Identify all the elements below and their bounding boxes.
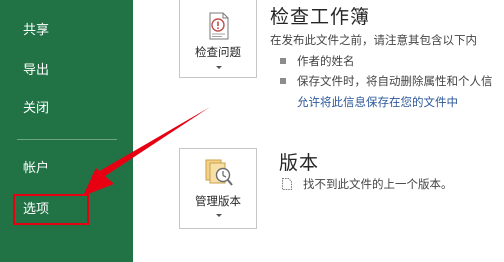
bullet-icon bbox=[280, 78, 286, 84]
sidebar-item-share[interactable]: 共享 bbox=[23, 23, 49, 39]
chevron-down-icon bbox=[216, 214, 222, 217]
manage-versions-label: 管理版本 bbox=[195, 194, 241, 208]
inspect-bullet-author: 作者的姓名 bbox=[297, 54, 355, 68]
inspect-document-icon bbox=[209, 12, 229, 40]
document-icon bbox=[282, 178, 292, 190]
allow-save-info-link[interactable]: 允许将此信息保存在您的文件中 bbox=[297, 94, 458, 110]
inspect-document-label: 检查问题 bbox=[195, 45, 241, 59]
versions-status-text: 找不到此文件的上一个版本。 bbox=[303, 177, 453, 191]
inspect-bullet-properties: 保存文件时，将自动删除属性和个人信 bbox=[297, 74, 493, 88]
versions-title: 版本 bbox=[279, 152, 320, 174]
inspect-document-button[interactable]: 检查问题 bbox=[179, 0, 257, 78]
sidebar-item-export[interactable]: 导出 bbox=[23, 63, 49, 79]
chevron-down-icon bbox=[216, 66, 222, 69]
inspect-description: 在发布此文件之前，请注意其包含以下内 bbox=[270, 33, 477, 47]
options-highlight-box bbox=[13, 194, 89, 225]
info-pane: 检查问题 检查工作簿 在发布此文件之前，请注意其包含以下内 作者的姓名 保存文件… bbox=[133, 0, 504, 262]
bullet-icon bbox=[280, 58, 286, 64]
inspect-title: 检查工作簿 bbox=[270, 6, 371, 28]
sidebar-item-close[interactable]: 关闭 bbox=[23, 101, 49, 117]
sidebar-item-account[interactable]: 帐户 bbox=[23, 161, 49, 177]
sidebar-divider bbox=[17, 139, 117, 140]
manage-versions-icon bbox=[205, 159, 233, 186]
backstage-view: 共享 导出 关闭 帐户 选项 检查问题 检查工作簿 在发布此文件之前，请注意其包… bbox=[0, 0, 504, 262]
manage-versions-button[interactable]: 管理版本 bbox=[179, 148, 257, 229]
